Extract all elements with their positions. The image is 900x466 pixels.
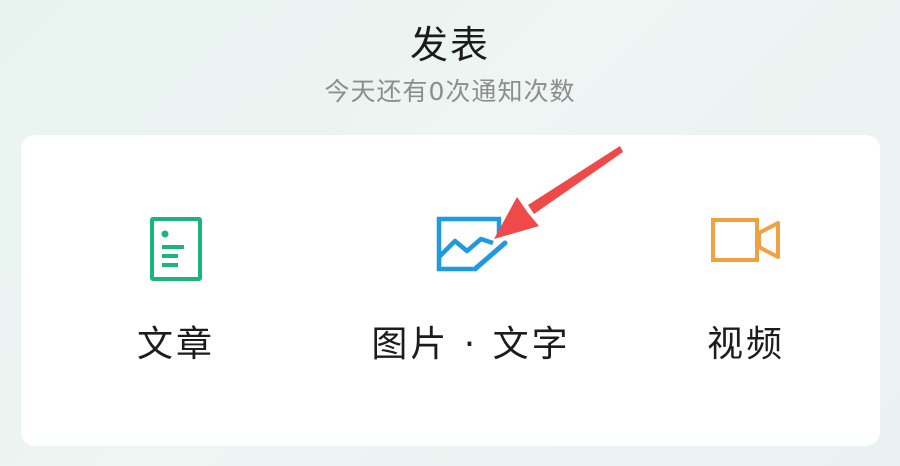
publish-image-text-label: 图片 · 文字 <box>371 324 571 365</box>
publish-article-label: 文章 <box>136 324 215 365</box>
publish-video-label: 视频 <box>706 324 785 365</box>
video-icon <box>710 215 782 269</box>
image-text-icon <box>433 215 509 277</box>
publish-image-text-button[interactable]: 图片 · 文字 <box>321 135 621 446</box>
publish-article-button[interactable]: 文章 <box>96 135 256 446</box>
article-icon <box>148 215 204 287</box>
notification-count-text: 今天还有0次通知次数 <box>324 77 576 106</box>
publish-video-button[interactable]: 视频 <box>656 135 836 446</box>
page-title: 发表 <box>409 23 490 67</box>
header: 发表 今天还有0次通知次数 <box>0 18 900 110</box>
publish-options-card: 文章 图片 · 文字 视频 <box>21 135 880 446</box>
